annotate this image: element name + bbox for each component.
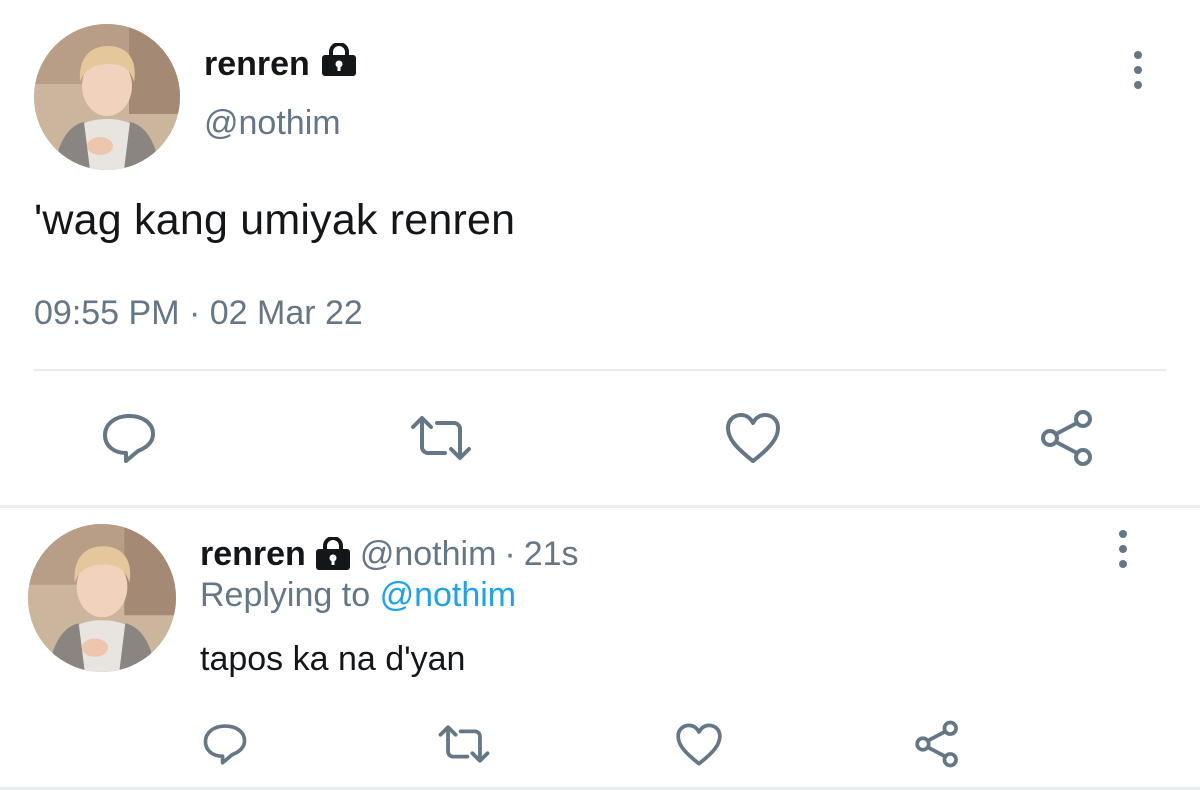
reply-icon[interactable] <box>193 712 257 776</box>
tweet-age[interactable]: 21s <box>524 535 579 574</box>
tweet-text: 'wag kang umiyak renren <box>34 196 516 244</box>
retweet-icon[interactable] <box>432 712 496 776</box>
like-icon[interactable] <box>721 406 785 470</box>
separator: · <box>504 534 516 573</box>
retweet-icon[interactable] <box>409 406 473 470</box>
like-icon[interactable] <box>667 712 731 776</box>
mention-link[interactable]: @nothim <box>380 576 517 614</box>
display-name[interactable]: renren <box>204 45 310 84</box>
share-icon[interactable] <box>905 712 969 776</box>
display-name[interactable]: renren <box>200 535 306 574</box>
lock-icon <box>320 41 358 86</box>
avatar[interactable] <box>28 524 176 672</box>
timestamp[interactable]: 09:55 PM · 02 Mar 22 <box>34 294 363 333</box>
tweet-thread: renren @nothim 'wag kang umiyak renren 0… <box>0 0 1200 790</box>
avatar[interactable] <box>34 24 180 170</box>
handle[interactable]: @nothim <box>204 104 341 143</box>
replying-to-line: Replying to @nothim <box>200 576 516 615</box>
reply-header: renren @nothim · 21s <box>200 530 579 578</box>
action-bar <box>0 712 1200 790</box>
tweet-text: tapos ka na d'yan <box>200 640 466 678</box>
reply-icon[interactable] <box>97 406 161 470</box>
share-icon[interactable] <box>1035 406 1099 470</box>
handle[interactable]: @nothim <box>360 535 497 574</box>
more-options-icon[interactable] <box>1123 45 1153 95</box>
lock-icon <box>314 537 352 571</box>
section-divider <box>0 505 1200 508</box>
more-options-icon[interactable] <box>1108 524 1138 574</box>
main-tweet: renren @nothim 'wag kang umiyak renren 0… <box>0 0 1200 505</box>
action-bar <box>0 400 1200 480</box>
divider <box>34 369 1166 371</box>
replying-prefix: Replying to <box>200 576 371 614</box>
display-name-row: renren <box>204 40 358 88</box>
